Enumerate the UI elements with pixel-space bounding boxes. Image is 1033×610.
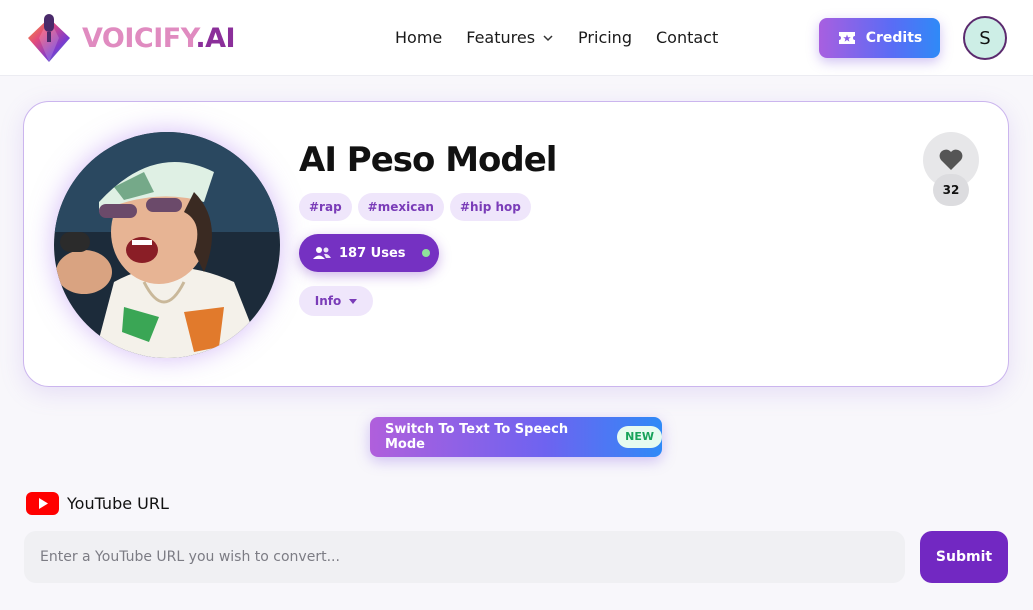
nav-home[interactable]: Home <box>395 28 442 47</box>
caret-down-icon <box>349 298 358 304</box>
users-icon <box>313 247 331 259</box>
uses-badge: 187 Uses <box>299 234 439 272</box>
nav-features[interactable]: Features <box>466 28 554 47</box>
user-avatar[interactable]: S <box>963 16 1007 60</box>
logo[interactable]: VOICIFY.AI <box>24 12 236 64</box>
info-dropdown-button[interactable]: Info <box>299 286 373 316</box>
chevron-down-icon <box>543 34 553 41</box>
switch-label: Switch To Text To Speech Mode <box>385 422 569 452</box>
diamond-microphone-icon <box>28 14 70 62</box>
singer-photo <box>54 132 280 358</box>
youtube-url-input[interactable] <box>24 531 905 583</box>
switch-tts-mode-button[interactable]: Switch To Text To Speech Mode NEW <box>370 417 662 457</box>
model-card: AI Peso Model #rap #mexican #hip hop 187… <box>23 101 1009 387</box>
like-widget: 32 <box>923 132 979 206</box>
online-status-dot <box>421 249 430 257</box>
nav-contact[interactable]: Contact <box>656 28 718 47</box>
model-photo <box>54 132 280 358</box>
heart-icon <box>939 149 963 170</box>
youtube-url-label: YouTube URL <box>26 492 169 515</box>
model-title: AI Peso Model <box>299 140 557 180</box>
uses-label: 187 Uses <box>339 245 406 261</box>
submit-button[interactable]: Submit <box>920 531 1008 583</box>
new-badge: NEW <box>617 426 662 448</box>
logo-text: VOICIFY.AI <box>82 22 236 54</box>
like-count: 32 <box>933 174 969 206</box>
ticket-icon <box>838 32 855 44</box>
main-nav: Home Features Pricing Contact <box>395 28 742 47</box>
tag-list: #rap #mexican #hip hop <box>299 193 537 221</box>
credits-button[interactable]: Credits <box>819 18 940 58</box>
tag-rap[interactable]: #rap <box>299 193 352 221</box>
tag-hip-hop[interactable]: #hip hop <box>449 193 531 221</box>
nav-pricing[interactable]: Pricing <box>578 28 632 47</box>
youtube-icon <box>26 492 59 515</box>
top-navbar: VOICIFY.AI Home Features Pricing Contact… <box>0 0 1033 76</box>
info-label: Info <box>314 294 342 308</box>
credits-label: Credits <box>865 30 923 46</box>
tag-mexican[interactable]: #mexican <box>357 193 444 221</box>
avatar-initial: S <box>979 27 991 49</box>
